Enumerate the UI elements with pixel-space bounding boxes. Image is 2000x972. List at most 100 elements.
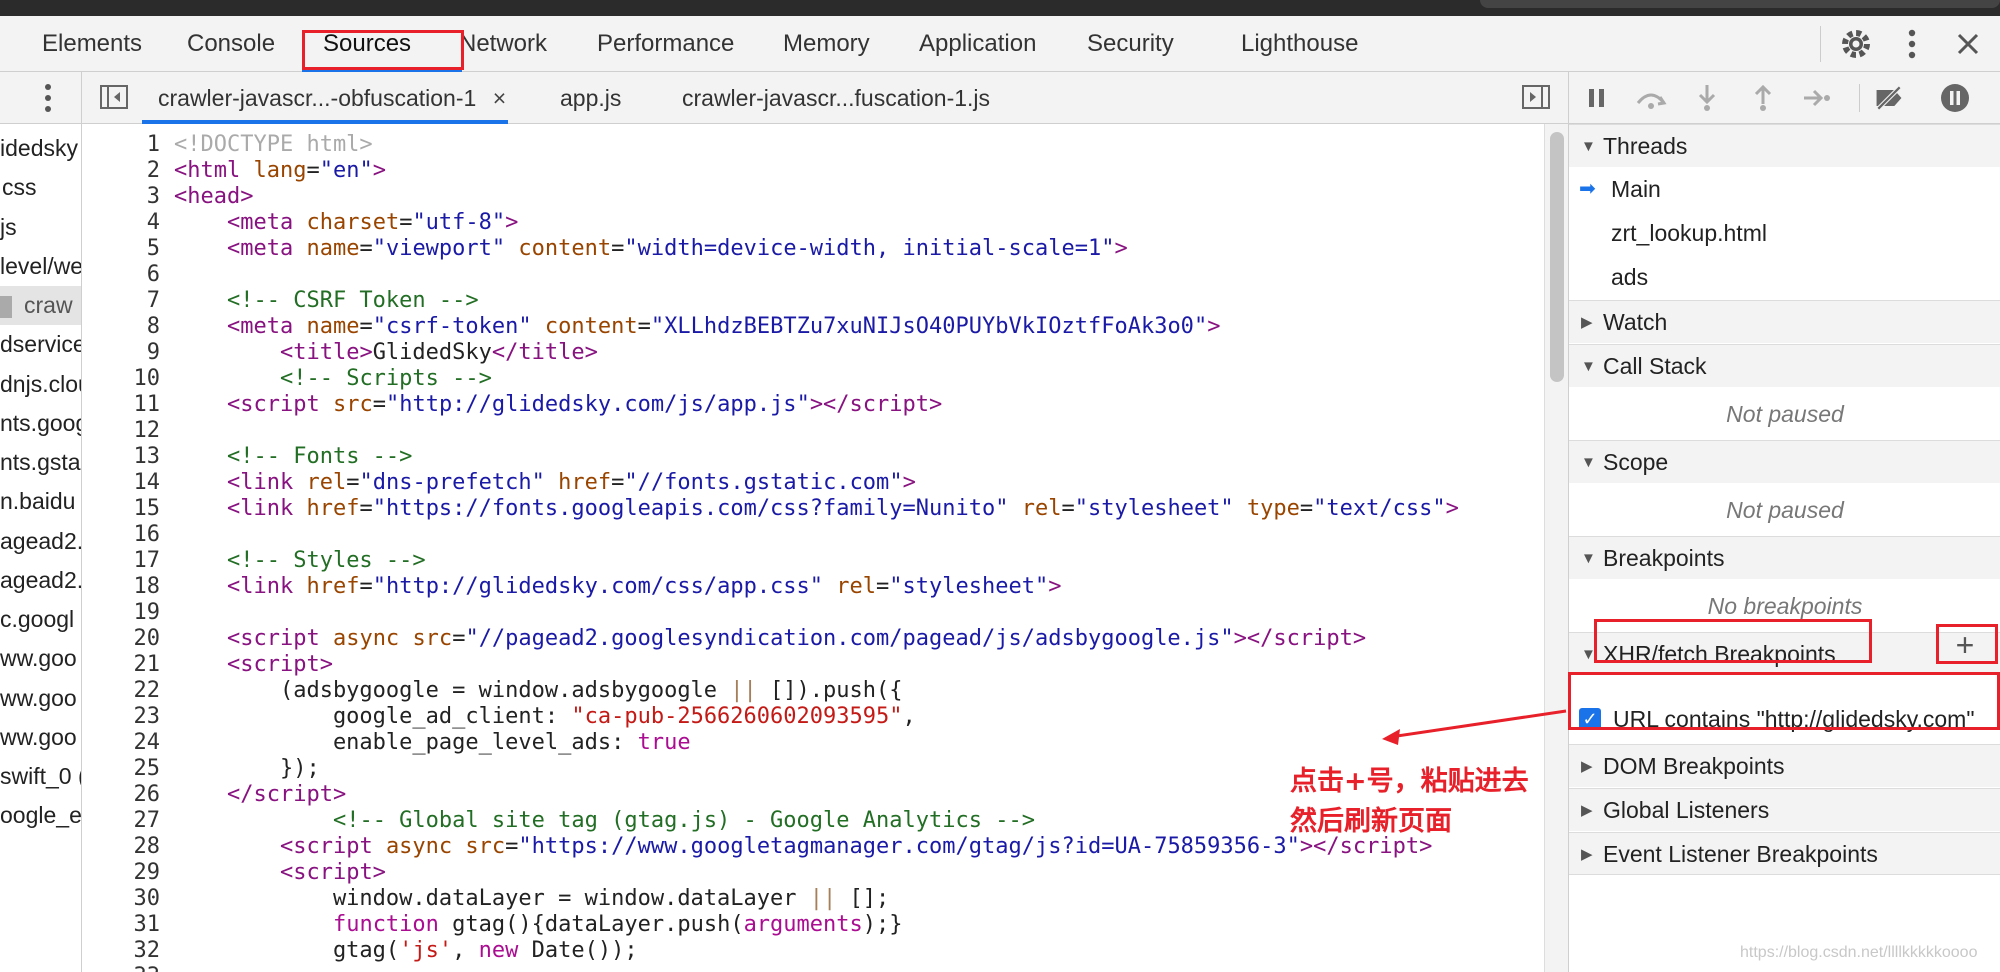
line-number[interactable]: 14 — [82, 470, 161, 496]
line-number[interactable]: 32 — [82, 938, 161, 964]
line-number[interactable]: 23 — [82, 704, 161, 730]
nav-item[interactable]: ww.goo — [0, 679, 77, 718]
scrollbar-thumb[interactable] — [1550, 132, 1564, 382]
code-editor[interactable]: 1 2 3 4 5 6 7 8 9 10 11 12 13 14 15 16 1… — [82, 124, 1544, 972]
global-listeners-section-header[interactable]: ▶ Global Listeners — [1569, 788, 2000, 831]
fonts-prefetch-href[interactable]: //fonts.gstatic.com — [638, 470, 890, 495]
line-number[interactable]: 10 — [82, 366, 161, 392]
close-devtools-icon[interactable] — [1948, 24, 1988, 64]
step-out-icon[interactable] — [1747, 82, 1779, 114]
threads-section-header[interactable]: ▼ Threads — [1569, 124, 2000, 167]
line-number[interactable]: 13 — [82, 444, 161, 470]
line-number[interactable]: 15 — [82, 496, 161, 522]
line-number[interactable]: 16 — [82, 522, 161, 548]
tab-memory[interactable]: Memory — [783, 16, 870, 72]
deactivate-breakpoints-icon[interactable] — [1873, 82, 1905, 114]
nav-item[interactable]: css — [0, 168, 37, 207]
thread-item-main[interactable]: ➡ Main — [1569, 168, 2000, 211]
line-number[interactable]: 28 — [82, 834, 161, 860]
toggle-navigator-icon[interactable] — [100, 85, 128, 114]
line-number[interactable]: 9 — [82, 340, 160, 366]
nav-item[interactable]: swift_0 ( — [0, 757, 81, 796]
breakpoints-section-header[interactable]: ▼ Breakpoints — [1569, 536, 2000, 579]
close-tab-icon[interactable]: × — [493, 85, 506, 111]
dom-breakpoints-section-header[interactable]: ▶ DOM Breakpoints — [1569, 744, 2000, 787]
tab-network[interactable]: Network — [459, 16, 547, 72]
nav-item[interactable]: c.googl — [0, 600, 74, 639]
file-tab[interactable]: crawler-javascr...fuscation-1.js — [682, 72, 990, 124]
pause-on-exceptions-icon[interactable] — [1939, 82, 1971, 114]
nav-item[interactable]: dservice — [0, 325, 81, 364]
line-number[interactable]: 29 — [82, 860, 161, 886]
line-number[interactable]: 31 — [82, 912, 161, 938]
more-options-icon[interactable] — [1892, 24, 1932, 64]
call-stack-section-header[interactable]: ▼ Call Stack — [1569, 344, 2000, 387]
line-number[interactable]: 4 — [82, 210, 160, 236]
line-number[interactable]: 25 — [82, 756, 161, 782]
line-number[interactable]: 27 — [82, 808, 161, 834]
line-number[interactable]: 5 — [82, 236, 160, 262]
line-number[interactable]: 7 — [82, 288, 160, 314]
file-tab-active[interactable]: crawler-javascr...-obfuscation-1 × — [158, 72, 506, 124]
line-number[interactable]: 30 — [82, 886, 161, 912]
adsbygoogle-src[interactable]: //pagead2.googlesyndication.com/pagead/j… — [479, 626, 1221, 651]
line-number[interactable]: 6 — [82, 262, 160, 288]
toggle-debugger-icon[interactable] — [1522, 85, 1550, 114]
watch-section-header[interactable]: ▶ Watch — [1569, 300, 2000, 343]
event-listener-breakpoints-section-header[interactable]: ▶ Event Listener Breakpoints — [1569, 832, 2000, 875]
tab-lighthouse[interactable]: Lighthouse — [1241, 16, 1358, 72]
nav-item-label: craw — [24, 292, 73, 318]
line-number[interactable]: 2 — [82, 158, 160, 184]
line-number[interactable]: 21 — [82, 652, 161, 678]
nav-item[interactable]: oogle_es — [0, 796, 81, 835]
nav-item[interactable]: agead2. — [0, 522, 81, 561]
line-number[interactable]: 33 — [82, 964, 161, 972]
css-href[interactable]: http://glidedsky.com/css/app.css — [386, 574, 810, 599]
line-number[interactable]: 26 — [82, 782, 161, 808]
nav-item[interactable]: js — [0, 208, 17, 247]
line-number[interactable]: 11 — [82, 392, 161, 418]
line-number[interactable]: 3 — [82, 184, 160, 210]
step-over-icon[interactable] — [1635, 82, 1667, 114]
navigator-more-icon[interactable] — [44, 83, 52, 118]
scope-section-header[interactable]: ▼ Scope — [1569, 440, 2000, 483]
nav-item[interactable]: ww.goo — [0, 718, 77, 757]
line-number[interactable]: 12 — [82, 418, 161, 444]
nav-item-selected[interactable]: craw — [0, 286, 81, 325]
line-number[interactable]: 22 — [82, 678, 161, 704]
settings-gear-icon[interactable] — [1836, 24, 1876, 64]
code-line: <link href="http://glidedsky.com/css/app… — [226, 574, 1062, 599]
line-number[interactable]: 19 — [82, 600, 161, 626]
nav-item[interactable]: level/we — [0, 247, 81, 286]
fonts-href[interactable]: https://fonts.googleapis.com/css?family=… — [386, 496, 995, 521]
line-number[interactable]: 20 — [82, 626, 161, 652]
app-js-src[interactable]: http://glidedsky.com/js/app.js — [399, 392, 796, 417]
nav-item[interactable]: nts.gsta — [0, 443, 81, 482]
tab-security[interactable]: Security — [1087, 16, 1174, 72]
tab-console[interactable]: Console — [187, 16, 275, 72]
line-number[interactable]: 17 — [82, 548, 161, 574]
nav-item[interactable]: ww.goo — [0, 639, 77, 678]
pause-icon[interactable] — [1581, 82, 1613, 114]
nav-item[interactable]: agead2. — [0, 561, 81, 600]
nav-item[interactable]: idedsky — [0, 129, 78, 168]
tab-application[interactable]: Application — [919, 16, 1036, 72]
step-into-icon[interactable] — [1691, 82, 1723, 114]
nav-item[interactable]: n.baidu — [0, 482, 75, 521]
thread-item[interactable]: zrt_lookup.html — [1569, 212, 2000, 255]
line-number[interactable]: 24 — [82, 730, 161, 756]
thread-item[interactable]: ads — [1569, 256, 2000, 299]
gtag-src[interactable]: https://www.googletagmanager.com/gtag/js… — [532, 834, 1287, 859]
line-number[interactable]: 18 — [82, 574, 161, 600]
line-number[interactable]: 8 — [82, 314, 160, 340]
file-tab[interactable]: app.js — [560, 72, 621, 124]
editor-scrollbar[interactable] — [1544, 124, 1568, 972]
step-icon[interactable] — [1801, 82, 1833, 114]
nav-item[interactable]: dnjs.clou — [0, 365, 81, 404]
nav-item[interactable]: nts.goog — [0, 404, 81, 443]
tab-performance[interactable]: Performance — [597, 16, 734, 72]
line-number[interactable]: 1 — [82, 132, 160, 158]
tab-elements[interactable]: Elements — [42, 16, 142, 72]
